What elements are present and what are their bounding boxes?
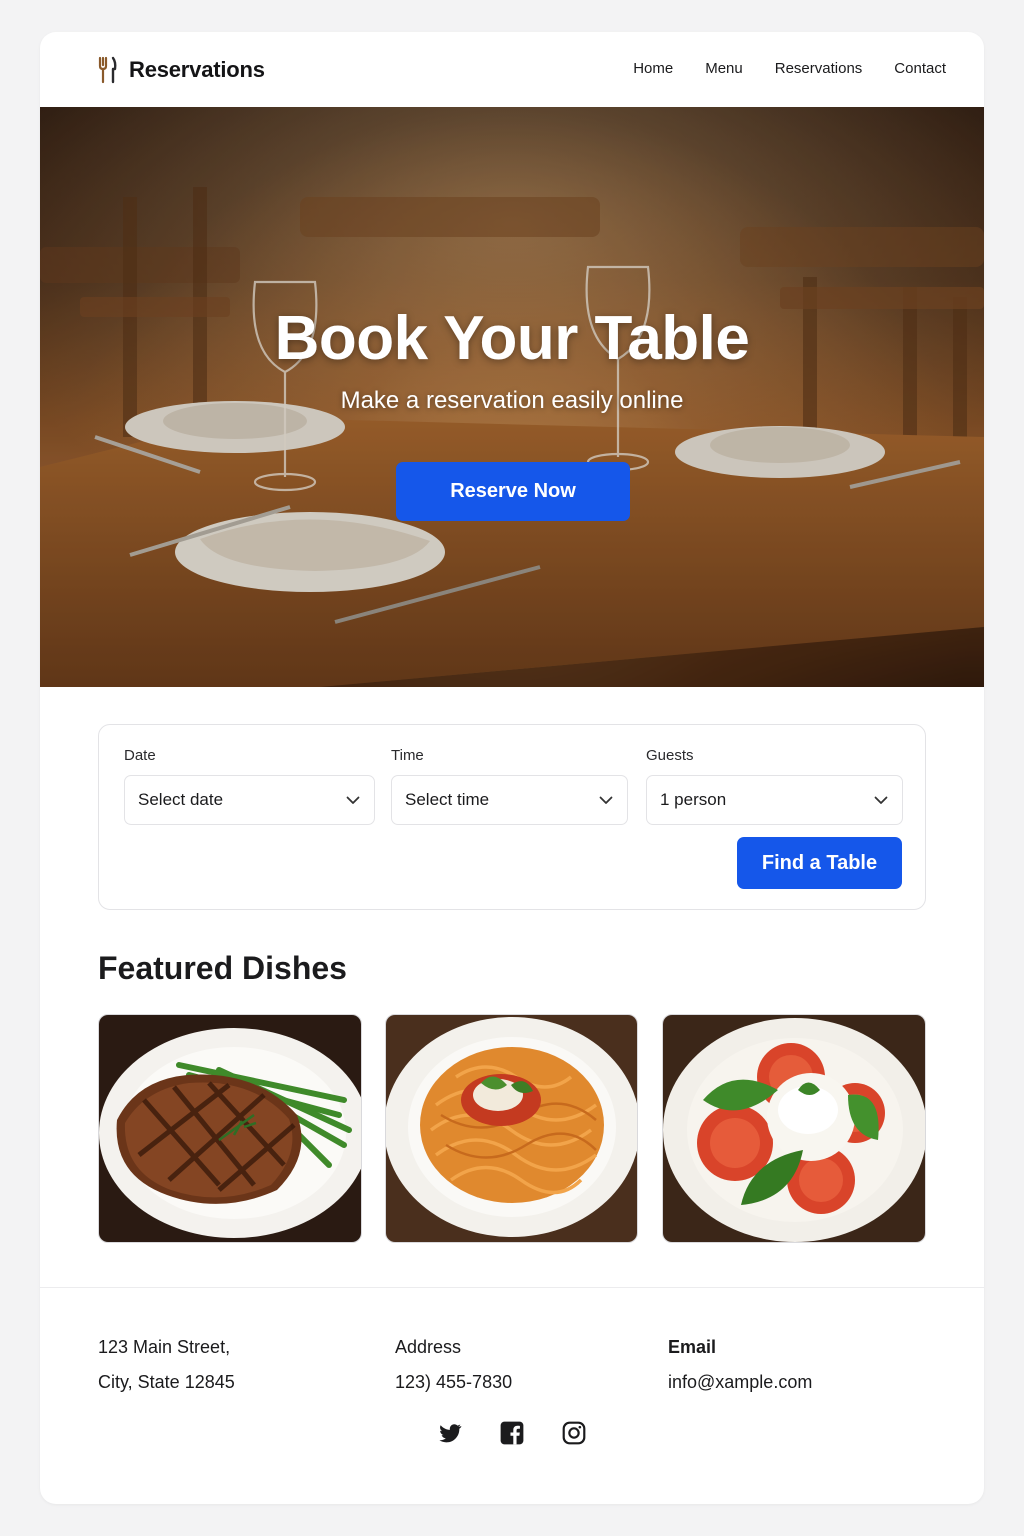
twitter-icon[interactable] xyxy=(437,1420,463,1446)
date-value: Select date xyxy=(138,790,224,809)
guests-select[interactable]: 1 person xyxy=(646,775,903,825)
time-label: Time xyxy=(391,747,424,764)
phone-number[interactable]: 123) 455-7830 xyxy=(395,1365,512,1400)
footer-email-block: Email info@xample.com xyxy=(668,1330,812,1400)
reservation-form: Date Select date Time Select time Guests… xyxy=(98,724,926,910)
brand[interactable]: Reservations xyxy=(98,56,265,84)
footer-address-block: 123 Main Street, City, State 12845 xyxy=(98,1330,235,1400)
hero-banner: Book Your Table Make a reservation easil… xyxy=(40,107,984,687)
nav-home[interactable]: Home xyxy=(633,60,673,77)
social-links xyxy=(40,1420,984,1446)
address-line-2: City, State 12845 xyxy=(98,1372,235,1392)
date-select[interactable]: Select date xyxy=(124,775,375,825)
address-line-1: 123 Main Street, xyxy=(98,1337,231,1357)
reserve-now-button[interactable]: Reserve Now xyxy=(396,462,630,521)
nav-menu[interactable]: Menu xyxy=(705,60,743,77)
chevron-down-icon xyxy=(346,796,360,804)
facebook-icon[interactable] xyxy=(499,1420,525,1446)
hero-subtitle: Make a reservation easily online xyxy=(340,387,684,414)
date-field: Date Select date xyxy=(124,747,375,825)
guests-label: Guests xyxy=(646,747,694,764)
hero-title: Book Your Table xyxy=(274,304,750,373)
caprese-dish-image xyxy=(663,1015,925,1242)
chevron-down-icon xyxy=(599,796,613,804)
page-card: Reservations Home Menu Reservations Cont… xyxy=(40,32,984,1504)
instagram-icon[interactable] xyxy=(561,1420,587,1446)
date-label: Date xyxy=(124,747,156,764)
nav-reservations[interactable]: Reservations xyxy=(775,60,863,77)
fork-knife-icon xyxy=(98,56,117,84)
time-select[interactable]: Select time xyxy=(391,775,628,825)
email-heading: Email xyxy=(668,1337,717,1357)
featured-dishes-heading: Featured Dishes xyxy=(98,950,347,986)
dish-card-steak[interactable] xyxy=(98,1014,362,1243)
footer-divider xyxy=(40,1287,984,1288)
guests-field: Guests 1 person xyxy=(646,747,903,825)
time-value: Select time xyxy=(405,790,490,809)
address-heading: Address xyxy=(395,1337,462,1357)
find-a-table-button[interactable]: Find a Table xyxy=(737,837,902,889)
nav-contact[interactable]: Contact xyxy=(894,60,946,77)
chevron-down-icon xyxy=(874,796,888,804)
guests-value: 1 person xyxy=(660,790,727,809)
top-navigation-bar: Reservations Home Menu Reservations Cont… xyxy=(40,32,984,107)
time-field: Time Select time xyxy=(391,747,628,825)
dish-card-caprese[interactable] xyxy=(662,1014,926,1243)
steak-dish-image xyxy=(99,1015,361,1242)
email-address[interactable]: info@xample.com xyxy=(668,1365,812,1400)
pasta-dish-image xyxy=(386,1015,637,1242)
main-nav: Home Menu Reservations Contact xyxy=(601,60,946,77)
brand-name: Reservations xyxy=(129,57,265,82)
footer-phone-block: Address 123) 455-7830 xyxy=(395,1330,512,1400)
dish-card-pasta[interactable] xyxy=(385,1014,638,1243)
